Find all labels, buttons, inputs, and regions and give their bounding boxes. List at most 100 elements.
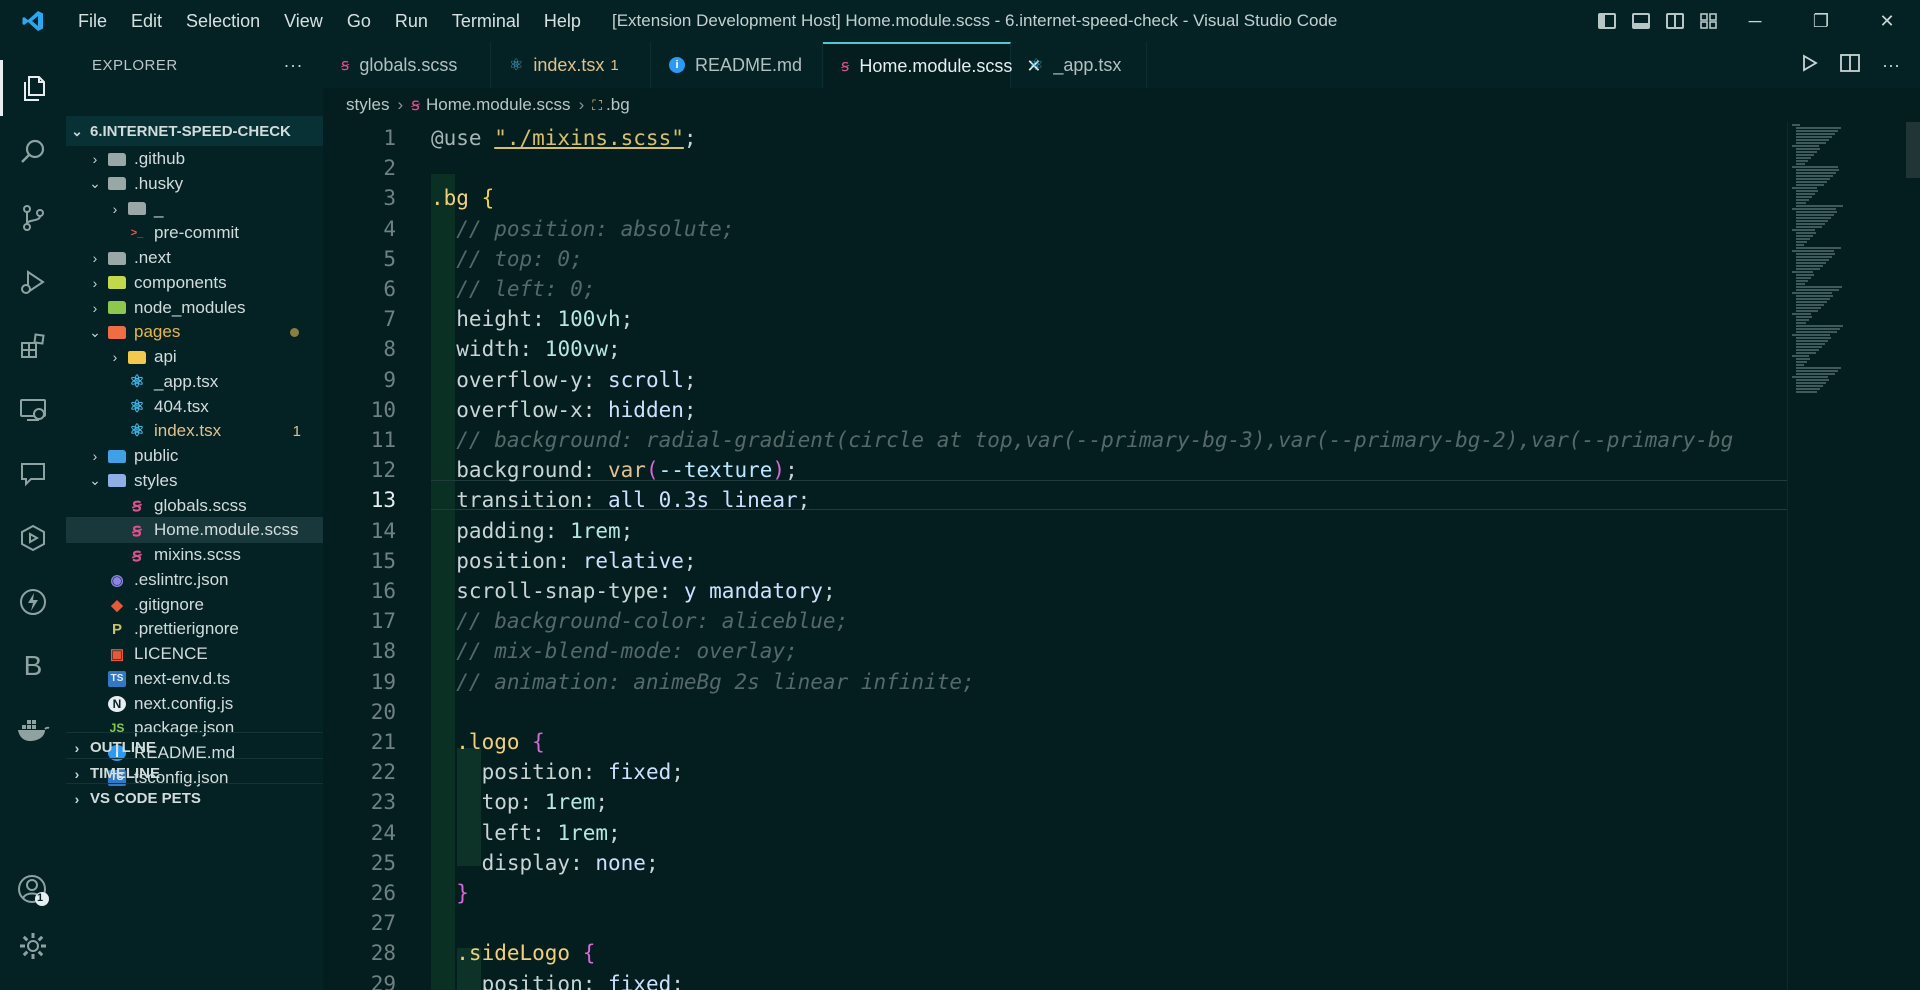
code-line[interactable]: } bbox=[431, 878, 469, 908]
code-line[interactable]: .bg { bbox=[431, 183, 494, 213]
accounts-icon[interactable]: 1 bbox=[0, 862, 66, 918]
menu-go[interactable]: Go bbox=[335, 11, 383, 32]
menu-run[interactable]: Run bbox=[383, 11, 440, 32]
tree-folder[interactable]: › api bbox=[66, 344, 323, 370]
minimap-line bbox=[1796, 184, 1824, 186]
code-line[interactable]: background: var(--texture); bbox=[431, 455, 797, 485]
breadcrumb-folder[interactable]: styles bbox=[346, 95, 389, 115]
minimap-line bbox=[1796, 127, 1841, 129]
tree-folder[interactable]: ⌄ pages bbox=[66, 319, 323, 345]
code-line[interactable]: // left: 0; bbox=[431, 274, 595, 304]
tree-folder[interactable]: › node_modules bbox=[66, 295, 323, 321]
code-line[interactable]: width: 100vw; bbox=[431, 334, 620, 364]
tree-file[interactable]: ⚛ index.tsx 1 bbox=[66, 418, 323, 444]
code-line[interactable]: // animation: animeBg 2s linear infinite… bbox=[431, 667, 974, 697]
tree-folder[interactable]: › components bbox=[66, 270, 323, 296]
run-icon[interactable] bbox=[1800, 53, 1818, 77]
minimap-line bbox=[1796, 358, 1810, 360]
code-line[interactable]: padding: 1rem; bbox=[431, 516, 633, 546]
breadcrumb-symbol[interactable]: .bg bbox=[606, 95, 630, 115]
manage-gear-icon[interactable] bbox=[0, 918, 66, 974]
section-vscode-pets[interactable]: › VS CODE PETS bbox=[66, 783, 323, 813]
tree-folder[interactable]: ⌄ styles bbox=[66, 468, 323, 494]
tree-file[interactable]: ꞩ mixins.scss bbox=[66, 542, 323, 568]
tree-file[interactable]: >_ pre-commit bbox=[66, 220, 323, 246]
tree-folder[interactable]: › .github bbox=[66, 146, 323, 172]
code-line[interactable]: display: none; bbox=[431, 848, 659, 878]
code-line[interactable]: height: 100vh; bbox=[431, 304, 633, 334]
tree-file[interactable]: ◆ .gitignore bbox=[66, 592, 323, 618]
testing-icon[interactable] bbox=[0, 510, 66, 566]
menu-terminal[interactable]: Terminal bbox=[440, 11, 532, 32]
search-icon[interactable] bbox=[0, 124, 66, 180]
code-line[interactable]: // background: radial-gradient(circle at… bbox=[431, 425, 1733, 455]
code-line[interactable]: overflow-x: hidden; bbox=[431, 395, 696, 425]
tree-file[interactable]: P .prettierignore bbox=[66, 616, 323, 642]
tree-file[interactable]: ꞩ Home.module.scss bbox=[66, 517, 323, 544]
tab-globals-scss[interactable]: ꞩ globals.scss bbox=[323, 42, 491, 88]
source-control-icon[interactable] bbox=[0, 190, 66, 246]
code-line[interactable]: // position: absolute; bbox=[431, 214, 734, 244]
workspace-root[interactable]: ⌄ 6.INTERNET-SPEED-CHECK bbox=[66, 116, 323, 146]
toggle-primary-sidebar-icon[interactable] bbox=[1598, 13, 1616, 29]
tree-file[interactable]: ◉ .eslintrc.json bbox=[66, 567, 323, 593]
toggle-secondary-sidebar-icon[interactable] bbox=[1666, 13, 1684, 29]
tab-index-tsx[interactable]: ⚛ index.tsx 1 bbox=[491, 42, 651, 88]
tree-folder[interactable]: › _ bbox=[66, 196, 323, 222]
b-extension-icon[interactable]: B bbox=[0, 638, 66, 694]
menu-view[interactable]: View bbox=[272, 11, 335, 32]
tab--app-tsx[interactable]: ⚛ _app.tsx bbox=[1011, 42, 1147, 88]
split-editor-icon[interactable] bbox=[1840, 53, 1860, 77]
tree-folder[interactable]: › .next bbox=[66, 245, 323, 271]
thunder-icon[interactable] bbox=[0, 574, 66, 630]
breadcrumb-file[interactable]: Home.module.scss bbox=[426, 95, 571, 115]
comments-icon[interactable] bbox=[0, 446, 66, 502]
tree-file[interactable]: TS next-env.d.ts bbox=[66, 666, 323, 692]
minimize-button[interactable]: ─ bbox=[1722, 11, 1788, 32]
tree-file[interactable]: Nnext.config.js bbox=[66, 691, 323, 717]
tree-folder[interactable]: ⌄ .husky bbox=[66, 171, 323, 197]
code-line[interactable]: overflow-y: scroll; bbox=[431, 365, 696, 395]
code-line[interactable]: .sideLogo { bbox=[431, 938, 595, 968]
extensions-icon[interactable] bbox=[0, 318, 66, 374]
more-actions-icon[interactable]: ··· bbox=[1882, 55, 1900, 76]
minimap-line bbox=[1796, 190, 1818, 192]
explorer-icon[interactable] bbox=[0, 60, 66, 116]
code-line[interactable]: @use "./mixins.scss"; bbox=[431, 123, 697, 153]
tab-home-module-scss[interactable]: ꞩ Home.module.scss ✕ bbox=[823, 42, 1042, 88]
code-line[interactable]: position: fixed; bbox=[431, 757, 684, 787]
menu-edit[interactable]: Edit bbox=[119, 11, 174, 32]
tab-readme-md[interactable]: i README.md bbox=[651, 42, 823, 88]
code-line[interactable]: // top: 0; bbox=[431, 244, 582, 274]
close-window-button[interactable]: ✕ bbox=[1854, 11, 1920, 32]
remote-explorer-icon[interactable] bbox=[0, 382, 66, 438]
code-token: ( bbox=[645, 458, 659, 483]
restore-button[interactable]: ❐ bbox=[1788, 11, 1854, 32]
code-line[interactable]: left: 1rem; bbox=[431, 818, 621, 848]
menu-selection[interactable]: Selection bbox=[174, 11, 272, 32]
code-line[interactable]: scroll-snap-type: y mandatory; bbox=[431, 576, 835, 606]
vscode-logo-icon[interactable] bbox=[0, 9, 66, 33]
code-line[interactable]: position: relative; bbox=[431, 546, 696, 576]
code-line[interactable]: // background-color: aliceblue; bbox=[431, 606, 848, 636]
code-line[interactable]: top: 1rem; bbox=[431, 787, 608, 817]
docker-icon[interactable] bbox=[0, 702, 66, 758]
tree-file[interactable]: ꞩ globals.scss bbox=[66, 493, 323, 519]
tree-file[interactable]: ⚛ 404.tsx bbox=[66, 394, 323, 420]
more-actions-icon[interactable]: ··· bbox=[284, 55, 303, 76]
menu-help[interactable]: Help bbox=[532, 11, 593, 32]
code-line[interactable]: .logo { bbox=[431, 727, 545, 757]
customize-layout-icon[interactable] bbox=[1700, 13, 1718, 29]
code-line[interactable]: transition: all 0.3s linear; bbox=[431, 485, 810, 515]
tree-folder[interactable]: › public bbox=[66, 443, 323, 469]
tree-file[interactable]: ⚛ _app.tsx bbox=[66, 369, 323, 395]
code-line[interactable]: // mix-blend-mode: overlay; bbox=[431, 636, 797, 666]
minimap[interactable] bbox=[1787, 122, 1920, 990]
editor-scrollbar-thumb[interactable] bbox=[1906, 122, 1920, 178]
menu-file[interactable]: File bbox=[66, 11, 119, 32]
run-debug-icon[interactable] bbox=[0, 254, 66, 310]
toggle-panel-icon[interactable] bbox=[1632, 13, 1650, 29]
code-line[interactable]: position: fixed; bbox=[431, 969, 684, 990]
code-editor[interactable]: 1 @use "./mixins.scss"; 2 3 .bg {4 // positi… bbox=[323, 122, 1787, 990]
tree-file[interactable]: ▣ LICENCE bbox=[66, 641, 323, 667]
